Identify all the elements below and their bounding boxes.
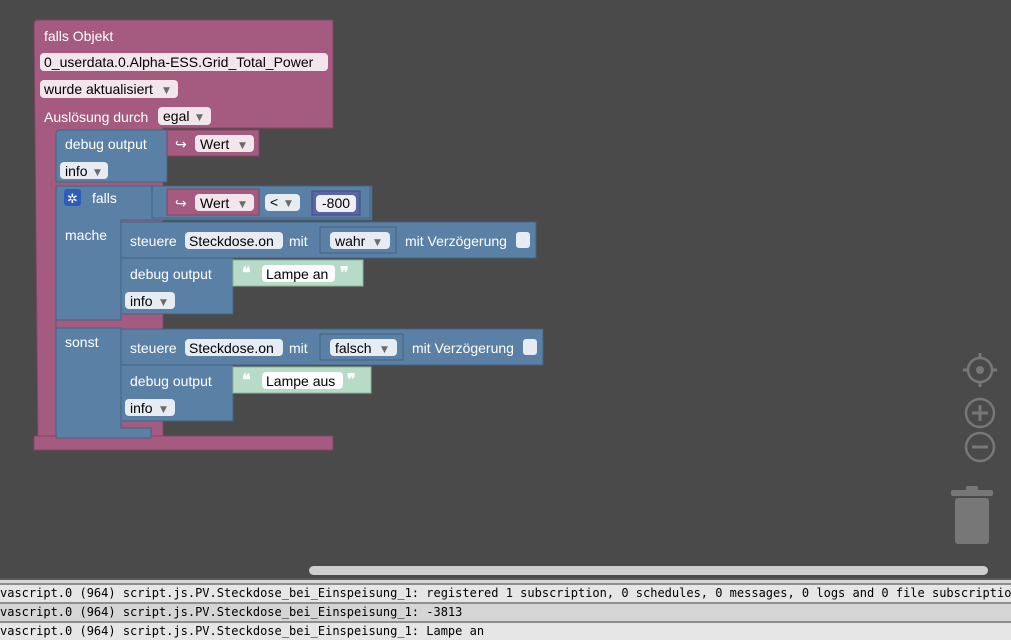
gear-glyph: ✲ [67,192,78,207]
trigger-label: Auslösung durch [44,109,148,125]
debug-off-label: debug output [130,373,212,389]
delay-checkbox-on[interactable] [516,232,530,248]
dropdown-arrow-icon: ▼ [163,86,170,96]
do-label: mache [65,227,107,243]
quote-icon: ❞ [340,263,349,282]
log-line: vascript.0 (964) script.js.PV.Steckdose_… [0,621,1011,640]
log-panel: vascript.0 (964) script.js.PV.Steckdose_… [0,578,1011,640]
value-text-off: falsch [335,340,372,356]
debug-on-label: debug output [130,266,212,282]
control-off-block[interactable]: steuere Steckdose.on mit falsch ▼ mit Ve… [120,328,544,366]
text-on: Lampe an [266,266,328,282]
debug-off-block[interactable]: debug output info ▼ ❝ Lampe aus ❞ [120,364,372,422]
else-label: sonst [65,334,99,350]
operator-text: < [270,194,278,210]
level-text-off: info [130,400,153,416]
zoom-in-icon[interactable] [964,397,996,429]
level-text-on: info [130,293,153,309]
control-label-on: steuere [130,233,177,249]
with-label-off: mit [289,340,308,356]
trigger-dropdown-text: egal [163,108,189,124]
delay-label-off: mit Verzögerung [412,340,514,356]
blockly-workspace[interactable]: falls Objekt 0_userdata.0.Alpha-ESS.Grid… [0,0,1011,578]
quote-icon: ❝ [242,370,251,389]
control-on-block[interactable]: steuere Steckdose.on mit wahr ▼ mit Verz… [120,221,537,259]
delay-label-on: mit Verzögerung [405,233,507,249]
dropdown-arrow-icon: ▼ [196,113,203,123]
zoom-out-icon[interactable] [964,431,996,463]
compare-var-text: Wert [200,195,229,211]
value-dropdown-text-1: Wert [200,136,229,152]
object-id-text: 0_userdata.0.Alpha-ESS.Grid_Total_Power [44,54,314,70]
dropdown-arrow-icon: ▼ [160,405,167,415]
log-line: vascript.0 (964) script.js.PV.Steckdose_… [0,583,1011,602]
number-text: -800 [322,195,350,211]
quote-icon: ❝ [242,263,251,282]
text-off: Lampe aus [266,373,335,389]
if-label: falls [92,190,117,206]
level-text-1: info [65,163,88,179]
dropdown-arrow-icon: ▼ [285,199,292,209]
object-text-on: Steckdose.on [189,233,274,249]
trash-icon[interactable] [951,486,993,544]
change-dropdown-text: wurde aktualisiert [43,81,153,97]
dropdown-arrow-icon: ▼ [239,141,246,151]
delay-checkbox-off[interactable] [523,339,537,355]
control-label-off: steuere [130,340,177,356]
arrow-icon: ↪ [175,136,187,152]
target-icon[interactable] [963,353,997,387]
with-label-on: mit [289,233,308,249]
debug-label-1: debug output [65,136,147,152]
object-text-off: Steckdose.on [189,340,274,356]
dropdown-arrow-icon: ▼ [239,200,246,210]
debug-on-block[interactable]: debug output info ▼ ❝ Lampe an ❞ [120,257,364,315]
dropdown-arrow-icon: ▼ [374,238,381,248]
log-line: vascript.0 (964) script.js.PV.Steckdose_… [0,602,1011,621]
debug-block-1[interactable]: debug output info ▼ ↪ Wert ▼ [55,129,260,183]
dropdown-arrow-icon: ▼ [94,168,101,178]
horizontal-scrollbar[interactable] [309,566,988,575]
dropdown-arrow-icon: ▼ [160,298,167,308]
event-title: falls Objekt [44,28,113,44]
blocks-canvas: falls Objekt 0_userdata.0.Alpha-ESS.Grid… [33,19,997,544]
arrow-icon: ↪ [175,195,187,211]
quote-icon: ❞ [347,370,356,389]
value-text-on: wahr [334,233,366,249]
dropdown-arrow-icon: ▼ [381,345,388,355]
